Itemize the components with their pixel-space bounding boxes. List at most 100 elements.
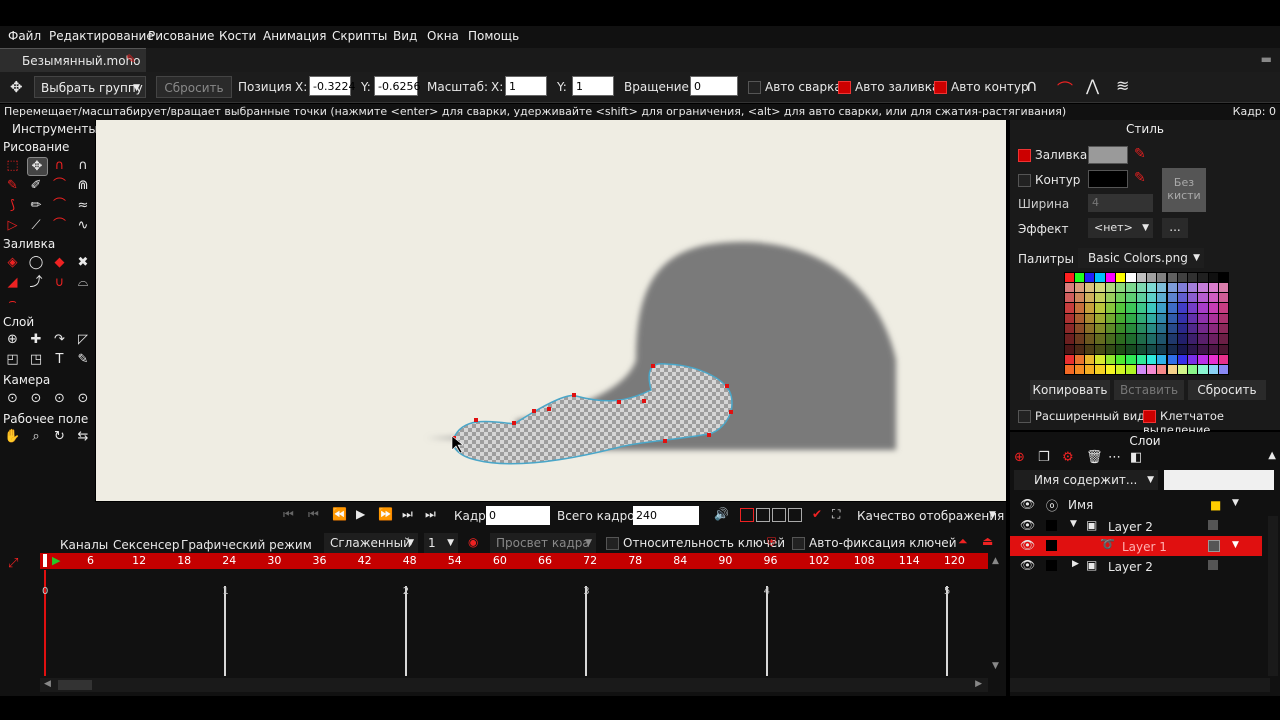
layer-mask-icon[interactable]: ◧ [1130,450,1142,465]
pan-camera-tool[interactable]: ⊙ [74,390,93,407]
palette-swatch[interactable] [1074,344,1085,354]
menu-file[interactable]: Файл [8,29,41,43]
stroke-exposure-tool[interactable]: ∪ [50,274,69,291]
eye-icon[interactable]: 👁 [1020,538,1035,552]
palette-swatch[interactable] [1157,282,1167,293]
paint-bucket-tool[interactable]: ◆ [50,254,69,271]
palette-swatch[interactable] [1074,334,1085,344]
track-camera-tool[interactable]: ⊙ [3,390,22,407]
palette-swatch[interactable] [1167,313,1177,323]
copy-button[interactable]: Копировать [1030,380,1110,400]
palette-swatch[interactable] [1074,293,1085,303]
scale-y-input[interactable]: 1 [572,76,614,96]
palette-swatch[interactable] [1198,293,1208,303]
palette-swatch[interactable] [1095,272,1105,282]
palette-swatch[interactable] [1177,313,1188,323]
palette-swatch[interactable] [1219,365,1229,375]
add-point-tool[interactable]: ∩ [50,157,69,174]
auto-weld-checkbox[interactable] [748,81,761,94]
palette-swatch[interactable] [1198,272,1208,282]
palette-swatch[interactable] [1064,272,1074,282]
palette-swatch[interactable] [1167,303,1177,313]
palette-swatch[interactable] [1198,324,1208,334]
layer-color-tag[interactable] [1208,540,1220,552]
palette-swatch[interactable] [1208,293,1218,303]
key-shield-icon[interactable]: ⛨ [767,535,776,550]
palette-swatch[interactable] [1105,344,1115,354]
palette-swatch[interactable] [1146,282,1157,293]
pen-tool[interactable]: ⟋ [27,217,46,234]
zoom-tool[interactable]: ⌕ [27,428,46,445]
palette-swatch[interactable] [1116,334,1126,344]
palette-swatch[interactable] [1126,293,1136,303]
advanced-view-checkbox[interactable] [1018,410,1031,423]
layer-row-1[interactable]: 👁 ➰ Layer 1 ▼ [1010,536,1262,556]
palette-swatch[interactable] [1095,344,1105,354]
timeline-hscrollbar[interactable]: ◀ ▶ [40,678,988,692]
palette-swatch[interactable] [1105,313,1115,323]
palette-swatch[interactable] [1116,282,1126,293]
bend-tool[interactable]: ⌒ [50,217,69,234]
palette-swatch[interactable] [1177,282,1188,293]
palette-swatch[interactable] [1157,324,1167,334]
palette-swatch[interactable] [1177,303,1188,313]
palette-swatch[interactable] [1074,303,1085,313]
duplicate-layer-icon[interactable]: ❐ [1038,450,1050,465]
palette-swatch[interactable] [1126,365,1136,375]
palette-swatch[interactable] [1136,293,1146,303]
palette-swatch[interactable] [1208,354,1218,365]
palette-swatch[interactable] [1146,272,1157,282]
palette-swatch[interactable] [1188,293,1198,303]
menu-draw[interactable]: Рисование [148,29,214,43]
view-single-icon[interactable] [740,508,754,522]
position-y-input[interactable]: -0.6256 [374,76,420,96]
menu-view[interactable]: Вид [393,29,417,43]
palette-swatch[interactable] [1064,334,1074,344]
palette-swatch[interactable] [1074,272,1085,282]
shape-tool[interactable]: ✐ [27,177,46,194]
palette-swatch[interactable] [1198,334,1208,344]
palette-swatch[interactable] [1188,324,1198,334]
palette-swatch[interactable] [1177,324,1188,334]
palette-swatch[interactable] [1157,313,1167,323]
palette-swatch[interactable] [1085,272,1095,282]
onion-skin-dropdown[interactable]: Просвет кадра ▼ [490,533,596,553]
playhead[interactable] [43,554,47,567]
rotation-input[interactable]: 0 [690,76,738,96]
palette-swatch[interactable] [1136,272,1146,282]
palette-swatch[interactable] [1188,334,1198,344]
prev-frame-icon[interactable]: ⏪ [332,507,347,521]
palette-swatch[interactable] [1064,354,1074,365]
palette-swatch[interactable] [1177,365,1188,375]
palette-swatch[interactable] [1136,282,1146,293]
layer-filter-dropdown[interactable]: Имя содержит... ▼ [1014,470,1158,490]
curve-icon[interactable]: ∩ [1026,76,1038,95]
stroke-exposure-icon[interactable]: ⋀ [1086,76,1099,95]
reset-button[interactable]: Сбросить [156,76,232,98]
palette-swatch[interactable] [1198,344,1208,354]
palette-swatch[interactable] [1157,365,1167,375]
menu-windows[interactable]: Окна [427,29,459,43]
palette-swatch[interactable] [1126,272,1136,282]
palette-swatch[interactable] [1177,344,1188,354]
palette-swatch[interactable] [1105,334,1115,344]
auto-outline-toggle[interactable]: Авто контур [934,80,1029,94]
palette-swatch[interactable] [1136,365,1146,375]
layer-row-2[interactable]: 👁 ▶ ▣ Layer 2 [1010,556,1262,576]
layer-options-icon[interactable]: ▼ [1232,540,1239,550]
timeline-toggle-icon[interactable]: ⤢ [8,556,18,571]
scroll-left-icon[interactable]: ◀ [44,679,51,689]
collapse-icon[interactable]: ▶ [1072,559,1079,569]
zoom-camera-tool[interactable]: ⊙ [27,390,46,407]
palette-swatch[interactable] [1136,334,1146,344]
auto-fill-toggle[interactable]: Авто заливка [838,80,939,94]
relative-keys-toggle[interactable]: Относительность ключей [606,536,785,550]
style-reset-button[interactable]: Сбросить [1188,380,1266,400]
palette-swatch[interactable] [1146,303,1157,313]
curvature-tool[interactable]: ∩ [74,157,93,174]
peak-icon[interactable]: ⌒ [1057,76,1073,100]
palette-swatch[interactable] [1208,303,1218,313]
palette-swatch[interactable] [1126,334,1136,344]
palette-swatch[interactable] [1105,293,1115,303]
scroll-down-icon[interactable]: ▼ [992,661,999,671]
